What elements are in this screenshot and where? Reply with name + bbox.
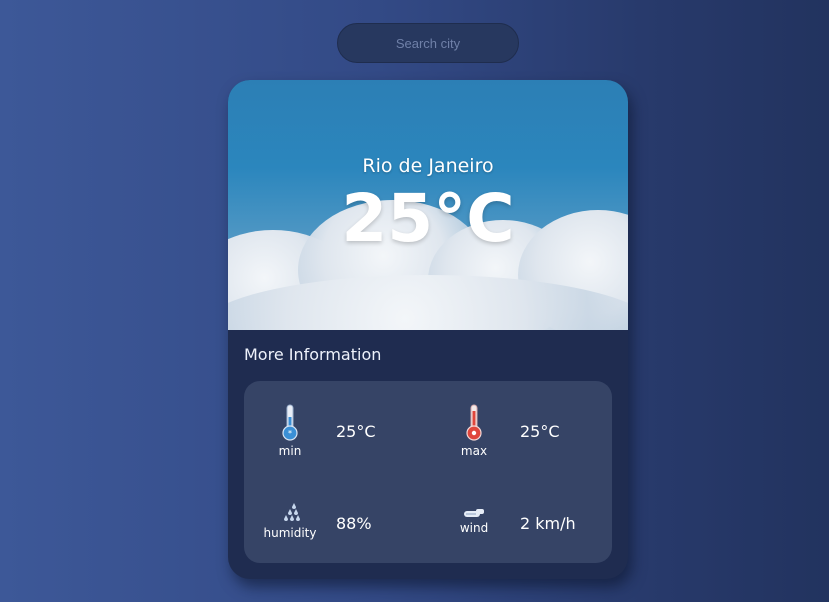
min-value: 25°C	[336, 422, 376, 441]
wind-icon	[464, 509, 484, 517]
max-label: max	[460, 444, 488, 458]
max-value: 25°C	[520, 422, 560, 441]
more-information-title: More Information	[244, 345, 382, 364]
humidity-value: 88%	[336, 514, 372, 533]
wind-label: wind	[459, 521, 489, 535]
min-label: min	[278, 444, 302, 458]
wind-stat: wind	[444, 508, 504, 535]
max-stat: max	[444, 403, 504, 458]
current-temperature: 25°C	[341, 180, 515, 257]
thermometer-cold-icon: *	[282, 404, 298, 441]
info-grid: * min 25°C max 25°C humidity 88% wind 2 …	[244, 381, 612, 563]
weather-hero: Rio de Janeiro 25°C	[228, 80, 628, 330]
humidity-stat: humidity	[260, 501, 320, 540]
search-input[interactable]	[346, 34, 510, 52]
search-bar[interactable]	[337, 23, 519, 63]
thermometer-hot-icon	[466, 404, 482, 441]
min-stat: * min	[260, 403, 320, 458]
humidity-label: humidity	[263, 526, 317, 540]
svg-text:*: *	[288, 429, 292, 438]
raindrops-icon	[284, 503, 300, 521]
wind-value: 2 km/h	[520, 514, 576, 533]
weather-card: Rio de Janeiro 25°C More Information * m…	[228, 80, 628, 579]
city-name: Rio de Janeiro	[362, 155, 494, 177]
